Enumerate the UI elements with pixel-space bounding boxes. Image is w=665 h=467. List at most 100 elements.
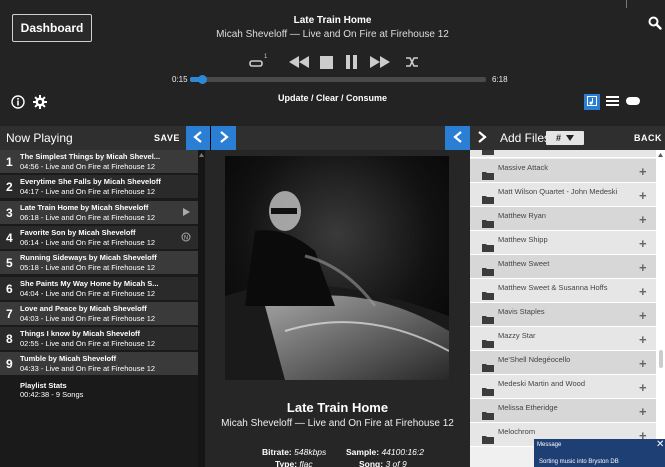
next-indicator-icon: N — [181, 232, 191, 242]
list-view-button[interactable] — [605, 95, 619, 109]
collapse-left-button[interactable] — [186, 126, 210, 150]
track-title: Late Train Home by Micah Sheveloff — [20, 202, 149, 212]
coverart-view-button[interactable] — [584, 94, 600, 110]
add-files-heading: Add Files — [500, 131, 551, 145]
track-detail: 04:04 - Live and On Fire at Firehouse 12 — [20, 288, 156, 298]
shuffle-icon — [405, 56, 419, 68]
next-button[interactable] — [368, 52, 392, 72]
add-icon[interactable]: + — [639, 212, 647, 227]
expand-left-button[interactable] — [211, 126, 236, 150]
folder-icon — [482, 171, 494, 180]
add-icon[interactable]: + — [639, 164, 647, 179]
close-icon[interactable]: ✕ — [656, 439, 664, 450]
folder-icon — [482, 315, 494, 324]
add-icon[interactable]: + — [639, 308, 647, 323]
add-files-scrollbar[interactable] — [656, 150, 665, 467]
playlist-row[interactable]: 2 Everytime She Falls by Micah Sheveloff 0… — [0, 175, 205, 199]
elapsed-time: 0:15 — [172, 75, 188, 84]
add-icon[interactable]: + — [639, 380, 647, 395]
chevron-left-icon — [452, 130, 463, 146]
track-number: 9 — [6, 357, 13, 372]
folder-name: Matthew Sweet — [498, 259, 550, 268]
music-note-icon — [587, 95, 597, 109]
playlist-stats: Playlist Stats 00:42:38 - 9 Songs — [0, 378, 205, 406]
track-detail: 06:18 - Live and On Fire at Firehouse 12 — [20, 212, 156, 222]
add-icon[interactable]: + — [639, 356, 647, 371]
pause-button[interactable] — [343, 52, 359, 72]
track-title: The Simplest Things by Micah Shevel... — [20, 152, 161, 161]
add-icon[interactable]: + — [639, 404, 647, 419]
track-title: Love and Peace by Micah Sheveloff — [20, 303, 147, 313]
track-number: 3 — [6, 205, 13, 220]
filter-dropdown[interactable]: # — [546, 131, 584, 145]
toggle-view-button[interactable] — [626, 95, 640, 109]
folder-name: Me'Shell Ndegéocello — [498, 355, 571, 364]
track-subtitle: Micah Sheveloff — Live and On Fire at Fi… — [221, 418, 454, 429]
seek-bar-handle[interactable] — [197, 75, 207, 84]
library-folder-row[interactable]: Massive Attack + — [470, 159, 656, 183]
queue-actions[interactable]: Update / Clear / Consume — [0, 93, 665, 103]
add-icon[interactable]: + — [639, 332, 647, 347]
add-files-header: Add Files # BACK — [494, 126, 665, 150]
shuffle-button[interactable] — [404, 52, 420, 72]
collapse-right-button[interactable] — [445, 126, 470, 150]
playlist-row[interactable]: 3 Late Train Home by Micah Sheveloff 06:18… — [0, 200, 205, 224]
playlist-row[interactable]: 7 Love and Peace by Micah Sheveloff 04:03 … — [0, 301, 205, 325]
folder-icon — [482, 195, 494, 204]
library-folder-row[interactable]: Matt Wilson Quartet - John Medeski + — [470, 183, 656, 207]
track-detail: 04:17 - Live and On Fire at Firehouse 12 — [20, 187, 156, 197]
folder-icon — [482, 219, 494, 228]
song-meta: Song: 3 of 9 — [359, 459, 407, 467]
playlist-row[interactable]: 4 Favorite Son by Micah Sheveloff 06:14 - … — [0, 225, 205, 249]
library-folder-row[interactable]: Mazzy Star + — [470, 327, 656, 351]
previous-button[interactable] — [287, 52, 311, 72]
pause-icon — [345, 55, 358, 69]
add-icon[interactable]: + — [639, 188, 647, 203]
now-playing-scrollbar[interactable] — [198, 150, 205, 467]
now-playing-subtitle: Micah Sheveloff — Live and On Fire at Fi… — [216, 29, 449, 40]
divider — [626, 0, 627, 8]
transport-controls: 1 — [0, 52, 665, 72]
playlist-row[interactable]: 5 Running Sideways by Micah Sheveloff 05:1… — [0, 251, 205, 275]
library-folder-row[interactable]: Me'Shell Ndegéocello + — [470, 351, 656, 375]
playlist-row[interactable]: 9 Tumble by Micah Sheveloff 04:33 - Live a… — [0, 352, 205, 376]
previous-icon — [288, 55, 310, 69]
chevron-left-icon — [193, 130, 203, 146]
expand-right-button[interactable] — [470, 126, 494, 150]
next-icon — [369, 55, 391, 69]
track-title: She Paints My Way Home by Micah S... — [20, 278, 159, 288]
seek-bar[interactable] — [190, 75, 486, 84]
library-folder-row[interactable]: Medeski Martin and Wood + — [470, 375, 656, 399]
library-folder-row[interactable] — [470, 150, 656, 158]
add-icon[interactable]: + — [639, 260, 647, 275]
playlist-row[interactable]: 8 Things I know by Micah Sheveloff 02:55 -… — [0, 327, 205, 351]
scrollbar-thumb[interactable] — [659, 350, 663, 368]
track-title: Things I know by Micah Sheveloff — [20, 329, 141, 339]
save-playlist-button[interactable]: SAVE — [154, 133, 180, 143]
message-body: Sorting music into Bryston DB — [539, 459, 619, 465]
add-icon[interactable]: + — [639, 284, 647, 299]
track-number: 2 — [6, 180, 13, 195]
stop-button[interactable] — [318, 52, 334, 72]
library-folder-row[interactable]: Matthew Ryan + — [470, 207, 656, 231]
library-folder-row[interactable]: Matthew Sweet + — [470, 255, 656, 279]
playlist-row[interactable]: 1 The Simplest Things by Micah Shevel... 0… — [0, 150, 205, 173]
add-files-list: Massive Attack + Matt Wilson Quartet - Joh… — [470, 150, 665, 467]
folder-name: Matthew Ryan — [498, 211, 546, 220]
library-folder-row[interactable]: Matthew Shipp + — [470, 231, 656, 255]
folder-name: Mavis Staples — [498, 307, 545, 316]
library-folder-row[interactable]: Mavis Staples + — [470, 303, 656, 327]
playlist-stats-detail: 00:42:38 - 9 Songs — [20, 390, 84, 399]
stop-icon — [319, 55, 333, 69]
add-icon[interactable]: + — [639, 236, 647, 251]
repeat-button[interactable]: 1 — [249, 52, 269, 72]
library-folder-row[interactable]: Matthew Sweet & Susanna Hoffs + — [470, 279, 656, 303]
library-folder-row[interactable]: Melissa Etheridge + — [470, 399, 656, 423]
folder-icon — [482, 339, 494, 348]
back-button[interactable]: BACK — [634, 133, 662, 143]
folder-icon — [482, 387, 494, 396]
track-detail: 02:55 - Live and On Fire at Firehouse 12 — [20, 339, 156, 349]
search-icon[interactable] — [648, 16, 662, 30]
album-cover — [225, 156, 449, 380]
playlist-row[interactable]: 6 She Paints My Way Home by Micah S... 04:… — [0, 276, 205, 300]
